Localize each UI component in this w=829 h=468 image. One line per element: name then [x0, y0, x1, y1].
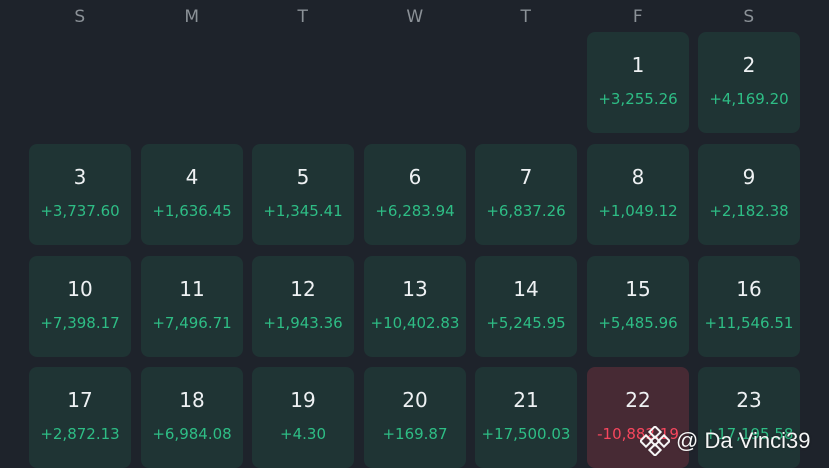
- calendar-day-cell[interactable]: 5 +1,345.41: [252, 144, 354, 245]
- calendar-day-cell[interactable]: 3 +3,737.60: [29, 144, 131, 245]
- day-number: 20: [402, 388, 428, 412]
- calendar-day-cell[interactable]: 19 +4.30: [252, 367, 354, 468]
- calendar-day-cell[interactable]: 1 +3,255.26: [587, 32, 689, 133]
- weekday-label: S: [743, 7, 755, 27]
- binance-logo-icon: [640, 426, 670, 456]
- day-number: 23: [736, 388, 762, 412]
- calendar-day-cell[interactable]: 17 +2,872.13: [29, 367, 131, 468]
- calendar-day-cell[interactable]: 21 +17,500.03: [475, 367, 577, 468]
- weekday-label: T: [297, 7, 309, 27]
- calendar-day-cell[interactable]: 12 +1,943.36: [252, 256, 354, 357]
- calendar-day-cell[interactable]: 10 +7,398.17: [29, 256, 131, 357]
- daily-pnl-value: +2,872.13: [40, 425, 120, 443]
- day-number: 1: [631, 53, 645, 77]
- calendar-day-cell[interactable]: 6 +6,283.94: [364, 144, 466, 245]
- calendar-day-cell[interactable]: 14 +5,245.95: [475, 256, 577, 357]
- daily-pnl-value: +4,169.20: [709, 90, 789, 108]
- day-number: 21: [513, 388, 539, 412]
- calendar-day-cell[interactable]: 18 +6,984.08: [141, 367, 243, 468]
- daily-pnl-value: +1,636.45: [152, 202, 232, 220]
- calendar-day-cell[interactable]: 15 +5,485.96: [587, 256, 689, 357]
- watermark: @ Da Vinci39: [640, 424, 810, 458]
- daily-pnl-value: +6,283.94: [375, 202, 455, 220]
- day-number: 16: [736, 277, 762, 301]
- daily-pnl-value: +7,398.17: [40, 314, 120, 332]
- daily-pnl-value: +11,546.51: [704, 314, 794, 332]
- daily-pnl-value: +5,245.95: [486, 314, 566, 332]
- weekday-label: F: [632, 7, 644, 27]
- day-number: 7: [519, 165, 533, 189]
- weekday-label: M: [184, 7, 200, 27]
- daily-pnl-value: +1,049.12: [598, 202, 678, 220]
- daily-pnl-value: +4.30: [280, 425, 326, 443]
- daily-pnl-value: +169.87: [382, 425, 448, 443]
- day-number: 10: [67, 277, 93, 301]
- weekday-label: W: [406, 7, 424, 27]
- daily-pnl-value: +1,943.36: [263, 314, 343, 332]
- day-number: 12: [290, 277, 316, 301]
- calendar-day-cell[interactable]: 7 +6,837.26: [475, 144, 577, 245]
- day-number: 4: [185, 165, 199, 189]
- day-number: 13: [402, 277, 428, 301]
- daily-pnl-value: +5,485.96: [598, 314, 678, 332]
- weekday-label: T: [520, 7, 532, 27]
- daily-pnl-value: +2,182.38: [709, 202, 789, 220]
- day-number: 3: [73, 165, 87, 189]
- day-number: 11: [179, 277, 205, 301]
- daily-pnl-value: +1,345.41: [263, 202, 343, 220]
- daily-pnl-value: +6,984.08: [152, 425, 232, 443]
- watermark-text: @ Da Vinci39: [676, 428, 811, 453]
- calendar-day-cell[interactable]: 9 +2,182.38: [698, 144, 800, 245]
- day-number: 15: [625, 277, 651, 301]
- day-number: 18: [179, 388, 205, 412]
- calendar-day-cell[interactable]: 8 +1,049.12: [587, 144, 689, 245]
- daily-pnl-value: +6,837.26: [486, 202, 566, 220]
- day-number: 22: [625, 388, 651, 412]
- daily-pnl-value: +17,500.03: [481, 425, 571, 443]
- calendar-day-cell[interactable]: 4 +1,636.45: [141, 144, 243, 245]
- day-number: 2: [742, 53, 756, 77]
- day-number: 5: [296, 165, 310, 189]
- day-number: 17: [67, 388, 93, 412]
- day-number: 6: [408, 165, 422, 189]
- day-number: 8: [631, 165, 645, 189]
- daily-pnl-value: +3,255.26: [598, 90, 678, 108]
- day-number: 9: [742, 165, 756, 189]
- weekday-header: SMTWTFS: [0, 0, 829, 32]
- daily-pnl-value: +7,496.71: [152, 314, 232, 332]
- calendar-day-cell[interactable]: 20 +169.87: [364, 367, 466, 468]
- calendar-day-cell[interactable]: 11 +7,496.71: [141, 256, 243, 357]
- calendar-day-cell[interactable]: 16 +11,546.51: [698, 256, 800, 357]
- calendar-day-cell[interactable]: 13 +10,402.83: [364, 256, 466, 357]
- day-number: 14: [513, 277, 539, 301]
- daily-pnl-value: +3,737.60: [40, 202, 120, 220]
- daily-pnl-value: +10,402.83: [370, 314, 460, 332]
- calendar-day-cell[interactable]: 2 +4,169.20: [698, 32, 800, 133]
- day-number: 19: [290, 388, 316, 412]
- weekday-label: S: [74, 7, 86, 27]
